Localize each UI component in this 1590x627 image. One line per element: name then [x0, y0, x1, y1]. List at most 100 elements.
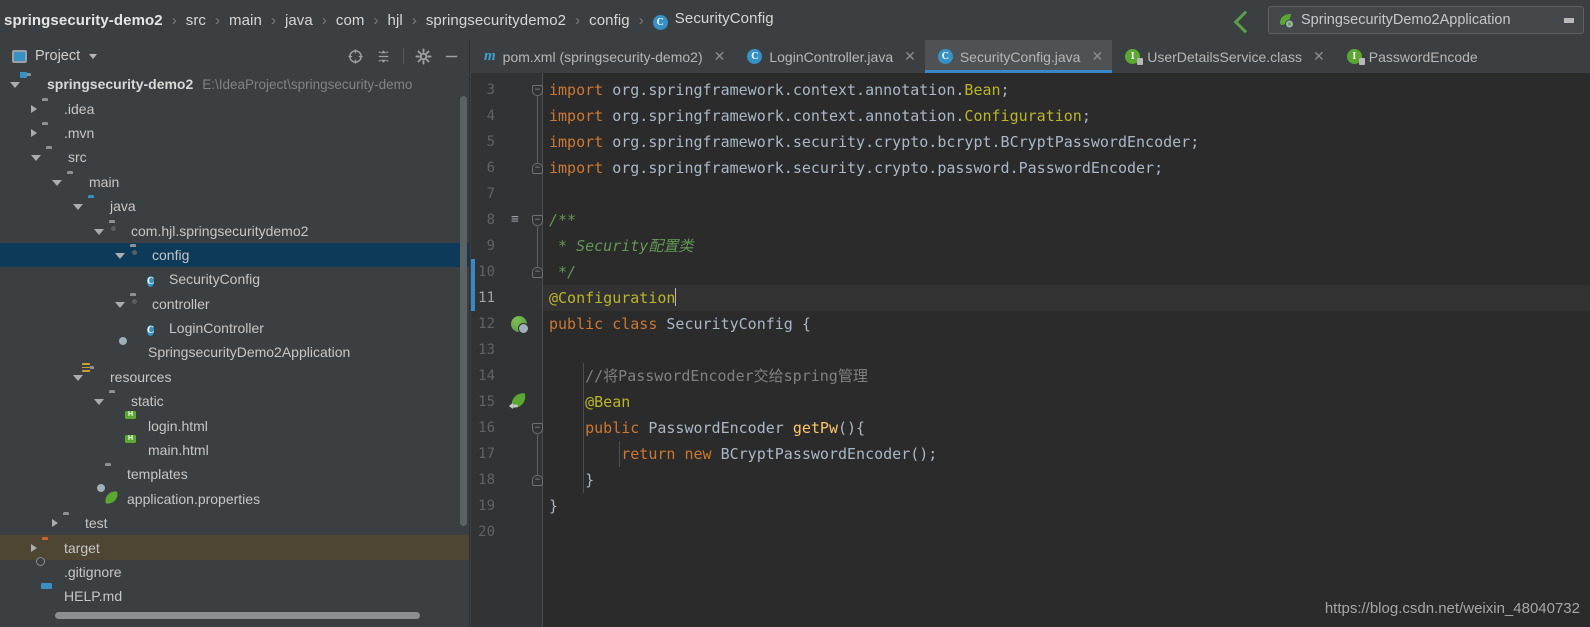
tree-open-arrow-icon[interactable]	[10, 82, 20, 89]
tree-item-resources[interactable]: resources	[0, 362, 470, 389]
spring-bean-class-icon[interactable]	[511, 316, 529, 334]
tree-open-arrow-icon[interactable]	[115, 301, 125, 308]
code-token: PasswordEncoder	[648, 419, 793, 437]
close-tab-icon[interactable]: ✕	[714, 48, 726, 65]
run-configuration-name: SpringsecurityDemo2Application	[1301, 12, 1511, 28]
editor-tab-pom[interactable]: m pom.xml (springsecurity-demo2) ✕	[471, 40, 734, 73]
tree-item-com-hjl-springsecuritydemo2[interactable]: com.hjl.springsecuritydemo2	[0, 218, 470, 242]
line-number: 12	[478, 316, 495, 332]
fold-region-end-icon[interactable]: −	[532, 267, 543, 278]
tree-item-login-html[interactable]: Hlogin.html	[0, 410, 470, 437]
tree-open-arrow-icon[interactable]	[73, 374, 83, 381]
breadcrumb-item-springsecuritydemo2[interactable]: springsecuritydemo2	[426, 12, 566, 29]
breadcrumb-item-config[interactable]: config	[589, 12, 630, 29]
tree-item-label: .idea	[64, 100, 95, 117]
tree-item-springsecuritydemo2application[interactable]: SpringsecurityDemo2Application	[0, 340, 470, 364]
markdown-file-icon	[41, 583, 58, 604]
chevron-down-icon[interactable]	[89, 53, 98, 59]
tree-item-application-properties[interactable]: application.properties	[0, 487, 470, 511]
java-class-icon: C	[147, 325, 155, 337]
tree-item--mvn[interactable]: .mvn	[0, 121, 470, 145]
back-arrow-icon[interactable]	[1232, 7, 1258, 33]
chevron-down-icon[interactable]	[1564, 17, 1574, 23]
project-horizontal-scrollbar[interactable]	[55, 612, 420, 619]
settings-gear-icon[interactable]	[415, 47, 432, 65]
indent-guide	[583, 467, 584, 493]
close-tab-icon[interactable]: ✕	[1313, 48, 1325, 65]
code-line: //将PasswordEncoder交给spring管理	[549, 363, 868, 389]
breadcrumb-item-securityconfig[interactable]: C SecurityConfig	[652, 10, 774, 30]
tree-closed-arrow-icon[interactable]	[52, 519, 58, 528]
tree-item-label: test	[85, 515, 108, 532]
tree-item-java[interactable]: java	[0, 194, 470, 218]
breadcrumb-item-java[interactable]: java	[285, 12, 313, 29]
editor-tab-logincontroller[interactable]: C LoginController.java ✕	[734, 40, 924, 73]
tree-item--gitignore[interactable]: .gitignore	[0, 557, 470, 584]
code-line: return new BCryptPasswordEncoder();	[549, 441, 937, 467]
javadoc-marker-icon[interactable]: ≡	[511, 212, 527, 228]
editor-tab-passwordencode[interactable]: I PasswordEncode	[1334, 40, 1487, 73]
run-configuration-selector[interactable]: SpringsecurityDemo2Application	[1268, 6, 1584, 34]
code-editor[interactable]: 3 4 5 6 7 8 9 10 11 12 13 14 15 16 17 18 19 20 ≡ − − − − − − imp…	[471, 73, 1590, 627]
tree-item-help-md[interactable]: HELP.md	[0, 583, 470, 608]
tree-item-label: application.properties	[127, 490, 261, 507]
navigation-bar: springsecurity-demo2 › src › main › java › com › h…	[0, 0, 1590, 40]
project-tree[interactable]: springsecurity-demo2 E:\IdeaProject\sprin…	[0, 72, 470, 624]
text-caret	[675, 288, 677, 306]
code-token: org.springframework.context.annotation.	[612, 107, 965, 125]
select-opened-file-icon[interactable]	[347, 48, 364, 65]
project-vertical-scrollbar[interactable]	[460, 96, 467, 526]
code-token: @Bean	[549, 393, 631, 411]
line-number: 3	[486, 82, 495, 98]
editor-gutter[interactable]: 3 4 5 6 7 8 9 10 11 12 13 14 15 16 17 18 19 20 ≡ − − − − − −	[471, 73, 543, 627]
tree-open-arrow-icon[interactable]	[52, 179, 62, 186]
breadcrumb-label: main	[229, 11, 262, 29]
tree-open-arrow-icon[interactable]	[73, 204, 83, 211]
tree-item--idea[interactable]: .idea	[0, 96, 470, 120]
tree-item-main-html[interactable]: Hmain.html	[0, 435, 470, 462]
tree-open-arrow-icon[interactable]	[94, 228, 104, 235]
line-number: 9	[486, 238, 495, 254]
tree-item-main[interactable]: main	[0, 170, 470, 194]
breadcrumb-item-springsecurity-demo2[interactable]: springsecurity-demo2	[4, 12, 163, 29]
fold-region-end-icon[interactable]: −	[532, 475, 543, 486]
tree-item-logincontroller[interactable]: C LoginController	[0, 316, 470, 340]
tree-item-target[interactable]: target	[0, 535, 470, 560]
editor-tab-securityconfig[interactable]: C SecurityConfig.java ✕	[924, 40, 1113, 73]
tree-open-arrow-icon[interactable]	[94, 399, 104, 406]
breadcrumb-item-com[interactable]: com	[336, 12, 365, 29]
tree-closed-arrow-icon[interactable]	[31, 104, 37, 113]
close-tab-icon[interactable]: ✕	[904, 48, 916, 65]
breadcrumb-label: com	[335, 11, 365, 29]
tree-item-config[interactable]: config	[0, 242, 470, 268]
tree-closed-arrow-icon[interactable]	[31, 128, 37, 137]
tree-open-arrow-icon[interactable]	[115, 252, 125, 259]
java-class-icon: C	[747, 49, 763, 64]
tree-open-arrow-icon[interactable]	[31, 155, 41, 162]
tree-item-path: E:\IdeaProject\springsecurity-demo	[202, 76, 413, 92]
tree-item-test[interactable]: test	[0, 511, 470, 535]
tree-item-static[interactable]: static	[0, 389, 470, 413]
hide-panel-icon[interactable]	[443, 48, 460, 65]
tree-item-springsecurity-demo2[interactable]: springsecurity-demo2 E:\IdeaProject\sprin…	[0, 72, 470, 96]
tree-item-controller[interactable]: controller	[0, 292, 470, 316]
spring-bean-method-icon[interactable]	[509, 392, 528, 409]
collapse-all-icon[interactable]	[375, 48, 392, 65]
fold-region-end-icon[interactable]: −	[532, 163, 543, 174]
code-token: public	[549, 419, 649, 437]
close-tab-icon[interactable]: ✕	[1091, 48, 1103, 65]
idea-window: springsecurity-demo2 › src › main › java › com › h…	[0, 0, 1590, 627]
breadcrumb-label: src	[185, 11, 207, 29]
code-text[interactable]: import org.springframework.context.annot…	[543, 73, 1590, 627]
tree-item-securityconfig[interactable]: C SecurityConfig	[0, 267, 470, 291]
breadcrumb-item-src[interactable]: src	[186, 12, 206, 29]
tree-closed-arrow-icon[interactable]	[31, 543, 37, 552]
tree-item-templates[interactable]: templates	[0, 462, 470, 486]
code-line: public PasswordEncoder getPw(){	[549, 415, 865, 441]
breadcrumb-item-main[interactable]: main	[229, 12, 262, 29]
breadcrumb-item-hjl[interactable]: hjl	[388, 12, 403, 29]
editor-tab-userdetailsservice[interactable]: I UserDetailsService.class ✕	[1112, 40, 1334, 73]
tree-item-label: static	[131, 393, 164, 410]
tree-item-src[interactable]: src	[0, 145, 470, 169]
breadcrumb-label: java	[284, 11, 313, 29]
